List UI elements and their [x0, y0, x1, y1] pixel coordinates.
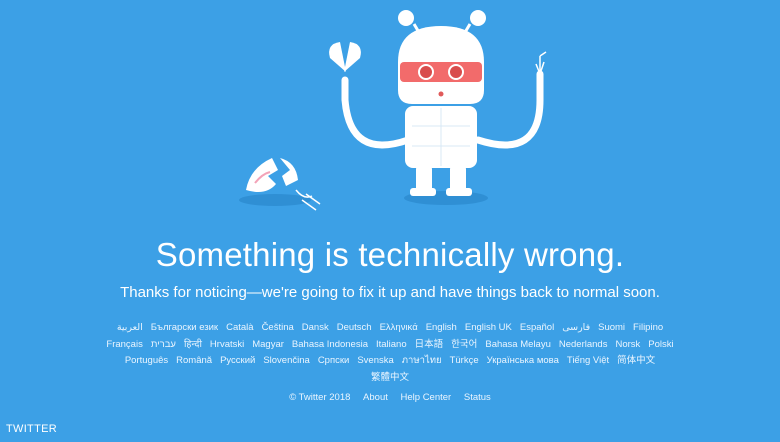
language-link[interactable]: English: [426, 320, 457, 337]
language-link[interactable]: 日本語: [415, 337, 444, 354]
language-link[interactable]: Português: [125, 353, 168, 370]
language-link[interactable]: Filipino: [633, 320, 663, 337]
robot-visor: [400, 62, 482, 82]
language-link[interactable]: 繁體中文: [371, 370, 409, 387]
language-link[interactable]: Tiếng Việt: [567, 353, 609, 370]
language-link[interactable]: Српски: [318, 353, 350, 370]
language-link[interactable]: فارسی: [562, 320, 590, 337]
language-link[interactable]: Slovenčina: [263, 353, 309, 370]
error-headline: Something is technically wrong.: [155, 236, 625, 273]
language-link[interactable]: Italiano: [376, 337, 407, 354]
language-link[interactable]: हिन्दी: [184, 337, 202, 354]
language-link[interactable]: Deutsch: [337, 320, 372, 337]
error-message: Thanks for noticing—we're going to fix i…: [120, 284, 660, 301]
language-link[interactable]: English UK: [465, 320, 512, 337]
watermark-label: TWITTER: [6, 423, 57, 435]
language-link[interactable]: Català: [226, 320, 253, 337]
language-link[interactable]: Suomi: [598, 320, 625, 337]
robot-wire-icon: [535, 51, 547, 75]
language-link[interactable]: Українська мова: [487, 353, 559, 370]
language-link[interactable]: Русский: [220, 353, 255, 370]
status-link[interactable]: Status: [464, 392, 491, 403]
robot-claw-icon: [329, 42, 361, 72]
language-link[interactable]: Norsk: [615, 337, 640, 354]
language-link[interactable]: Svenska: [357, 353, 393, 370]
language-link[interactable]: Čeština: [262, 320, 294, 337]
language-link[interactable]: Bahasa Melayu: [485, 337, 550, 354]
language-list: العربية Български език Català Čeština Dansk D…: [100, 320, 680, 386]
help-center-link[interactable]: Help Center: [401, 392, 452, 403]
footer-links: © Twitter 2018 About Help Center Status: [0, 392, 780, 403]
language-link[interactable]: 한국어: [451, 337, 477, 354]
copyright-text: © Twitter 2018: [289, 392, 351, 403]
language-link[interactable]: Română: [176, 353, 212, 370]
language-link[interactable]: Türkçe: [450, 353, 479, 370]
broken-robot-illustration: [239, 10, 547, 211]
language-link[interactable]: Български език: [151, 320, 218, 337]
language-link[interactable]: Dansk: [302, 320, 329, 337]
language-link[interactable]: ภาษาไทย: [402, 353, 442, 370]
language-link[interactable]: Bahasa Indonesia: [292, 337, 368, 354]
language-link[interactable]: العربية: [117, 320, 143, 337]
egg-shadow: [239, 194, 311, 206]
language-link[interactable]: 简体中文: [617, 353, 655, 370]
language-link[interactable]: עברית: [151, 337, 176, 354]
language-link[interactable]: Français: [106, 337, 142, 354]
language-link[interactable]: Ελληνικά: [380, 320, 418, 337]
language-link[interactable]: Español: [520, 320, 554, 337]
about-link[interactable]: About: [363, 392, 388, 403]
language-link[interactable]: Nederlands: [559, 337, 608, 354]
language-link[interactable]: Polski: [648, 337, 673, 354]
language-link[interactable]: Hrvatski: [210, 337, 244, 354]
language-link[interactable]: Magyar: [252, 337, 284, 354]
